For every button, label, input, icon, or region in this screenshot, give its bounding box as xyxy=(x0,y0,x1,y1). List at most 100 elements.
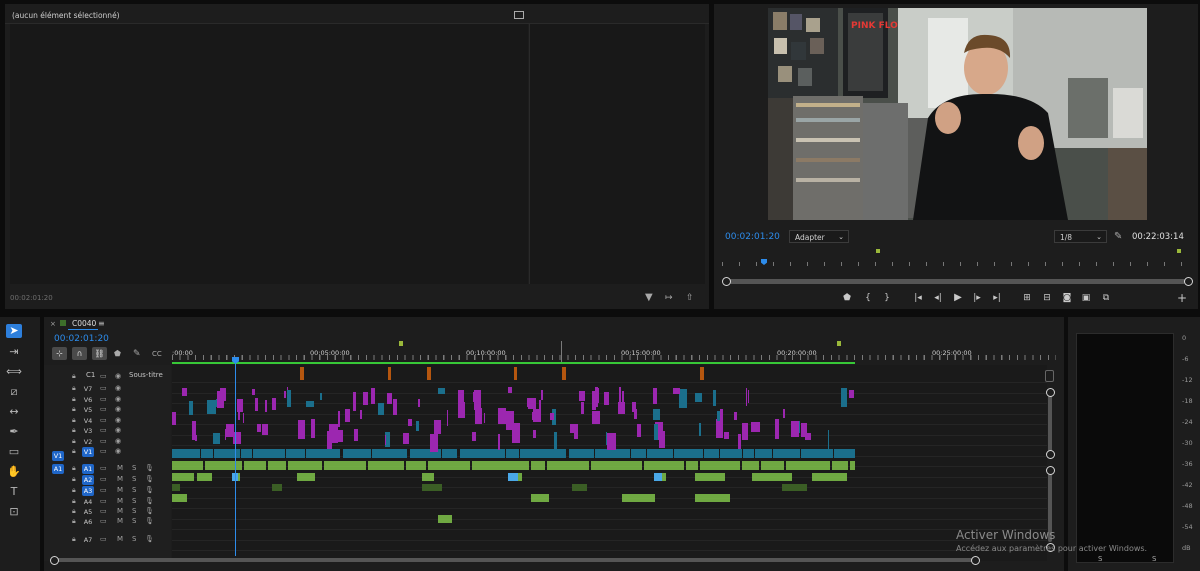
audio-clip[interactable] xyxy=(654,473,662,481)
lock-icon[interactable]: 🔒︎ xyxy=(72,464,76,472)
export-frame-icon[interactable]: ◙ xyxy=(1060,292,1074,304)
audio-clip[interactable] xyxy=(695,494,730,502)
audio-clip[interactable] xyxy=(531,494,549,502)
video-clip[interactable] xyxy=(800,423,808,438)
video-clip[interactable] xyxy=(498,408,506,425)
toggle-sync-icon[interactable]: ▭ xyxy=(100,517,107,525)
video-clip[interactable] xyxy=(483,413,486,423)
scrollbar-handle[interactable] xyxy=(1046,388,1055,397)
toggle-sync-icon[interactable]: ▭ xyxy=(100,464,107,472)
audio-clip[interactable] xyxy=(622,494,655,502)
audio-clip[interactable] xyxy=(782,484,807,491)
microphone-icon[interactable]: 🎙︎ xyxy=(145,517,154,525)
video-clip[interactable] xyxy=(633,409,637,419)
caption-clip[interactable] xyxy=(514,367,517,380)
video-clip[interactable] xyxy=(751,421,760,433)
video-clip[interactable] xyxy=(592,410,601,424)
video-clip[interactable] xyxy=(430,433,439,452)
video-clip[interactable] xyxy=(754,449,773,458)
video-clip[interactable] xyxy=(217,390,224,408)
caption-clip[interactable] xyxy=(562,367,566,380)
video-clip[interactable] xyxy=(188,400,193,415)
audio-clip[interactable] xyxy=(268,461,286,470)
play-only-audio-icon[interactable]: ↦ xyxy=(665,293,673,303)
video-clip[interactable] xyxy=(734,411,738,421)
mark-out-icon[interactable]: } xyxy=(880,292,894,304)
audio-clip[interactable] xyxy=(785,461,831,470)
audio-clip[interactable] xyxy=(172,473,194,481)
video-clip[interactable] xyxy=(474,389,481,410)
program-current-time[interactable]: 00:02:01:20 xyxy=(725,232,780,242)
video-clip[interactable] xyxy=(195,434,198,442)
eye-icon[interactable]: ◉ xyxy=(115,437,121,445)
marker-icon[interactable]: ⬟ xyxy=(840,292,854,304)
video-clip[interactable] xyxy=(695,392,703,402)
caption-clip[interactable] xyxy=(427,367,431,380)
step-forward-icon[interactable]: |▸ xyxy=(970,292,984,304)
video-clip[interactable] xyxy=(630,449,646,458)
video-clip[interactable] xyxy=(384,434,386,446)
video-clip[interactable] xyxy=(206,399,216,415)
video-clip[interactable] xyxy=(264,400,267,412)
audio-clip[interactable] xyxy=(204,461,242,470)
audio-clip[interactable] xyxy=(530,461,546,470)
video-clip[interactable] xyxy=(604,392,610,406)
video-clip[interactable] xyxy=(372,449,408,458)
video-clip[interactable] xyxy=(387,392,393,405)
ripple-edit-tool-icon[interactable]: ⟺ xyxy=(6,365,22,379)
video-clip[interactable] xyxy=(337,411,341,427)
toggle-sync-icon[interactable]: ▭ xyxy=(100,395,107,403)
video-clip[interactable] xyxy=(252,389,256,396)
meter-solo-right[interactable]: S xyxy=(1152,555,1156,563)
solo-button[interactable]: S xyxy=(132,517,136,525)
video-clip[interactable] xyxy=(305,400,315,407)
video-clip[interactable] xyxy=(225,423,235,437)
video-clip[interactable] xyxy=(336,430,344,442)
slip-tool-icon[interactable]: ↔ xyxy=(6,405,22,419)
mute-button[interactable]: M xyxy=(117,535,123,543)
video-clip[interactable] xyxy=(704,449,719,458)
caption-clip[interactable] xyxy=(388,367,391,380)
video-clip[interactable] xyxy=(212,433,220,444)
toggle-sync-icon[interactable]: ▭ xyxy=(100,437,107,445)
video-clip[interactable] xyxy=(849,389,854,398)
extract-icon[interactable]: ⊟ xyxy=(1040,292,1054,304)
go-to-in-icon[interactable]: |◂ xyxy=(911,292,925,304)
video-clip[interactable] xyxy=(200,449,214,458)
video-clip[interactable] xyxy=(834,449,855,458)
video-clip[interactable] xyxy=(569,449,595,458)
video-clip[interactable] xyxy=(507,387,513,394)
video-clip[interactable] xyxy=(746,387,748,406)
video-clip[interactable] xyxy=(672,387,681,394)
video-clip[interactable] xyxy=(446,409,448,427)
lock-icon[interactable]: 🔒︎ xyxy=(72,486,76,494)
go-to-out-icon[interactable]: ▸| xyxy=(990,292,1004,304)
mute-button[interactable]: M xyxy=(117,475,123,483)
step-back-icon[interactable]: ◂| xyxy=(931,292,945,304)
eye-icon[interactable]: ◉ xyxy=(115,426,121,434)
audio-clip[interactable] xyxy=(850,461,855,470)
lock-icon[interactable]: 🔒︎ xyxy=(72,507,76,515)
solo-button[interactable]: S xyxy=(132,497,136,505)
video-clip[interactable] xyxy=(345,408,351,423)
scrollbar-handle[interactable] xyxy=(1046,466,1055,475)
scrollbar-handle-left[interactable] xyxy=(50,556,59,565)
play-icon[interactable]: ▶ xyxy=(951,292,965,304)
monitor-time-ruler[interactable] xyxy=(722,256,1188,268)
audio-clip[interactable] xyxy=(172,461,203,470)
mute-button[interactable]: M xyxy=(117,507,123,515)
horizontal-scrollbar[interactable] xyxy=(56,558,976,562)
toggle-sync-icon[interactable]: ▭ xyxy=(100,497,107,505)
source-patch-a1[interactable]: A1 xyxy=(52,464,64,474)
video-clip[interactable] xyxy=(742,449,754,458)
audio-clip[interactable] xyxy=(172,484,180,491)
video-clip[interactable] xyxy=(595,387,598,407)
video-clip[interactable] xyxy=(181,388,188,397)
video-clip[interactable] xyxy=(320,392,322,400)
scrollbar-handle-left[interactable] xyxy=(722,277,731,286)
video-clip[interactable] xyxy=(679,388,687,409)
audio-clip[interactable] xyxy=(644,461,685,470)
video-clip[interactable] xyxy=(541,389,544,401)
sequence-tab-name[interactable]: C0040 xyxy=(72,319,96,328)
lock-icon[interactable]: 🔒︎ xyxy=(72,405,76,413)
